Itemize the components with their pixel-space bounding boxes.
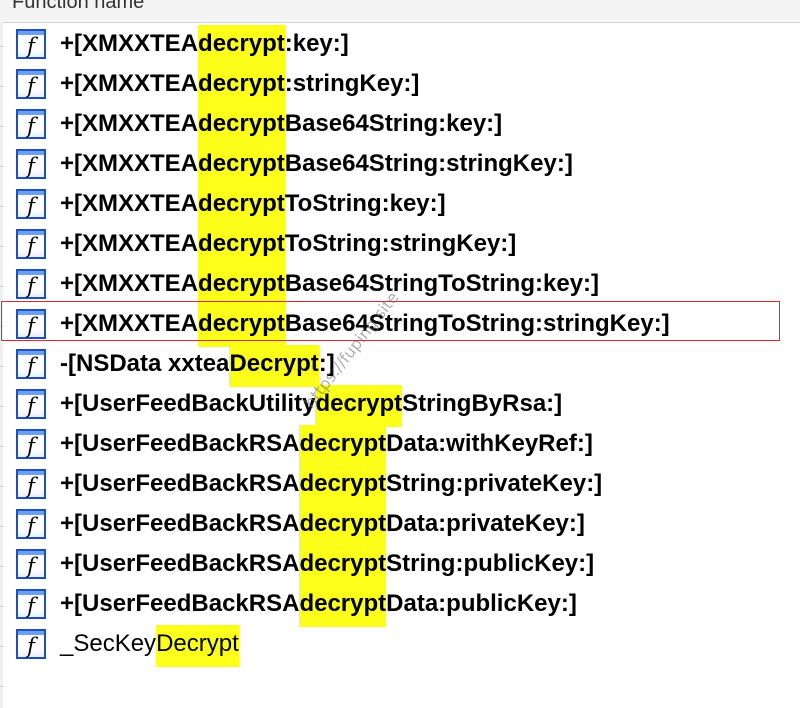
function-name-prefix: +[UserFeedBackRSA [60,430,300,457]
function-icon: f [16,189,46,219]
function-icon: f [16,469,46,499]
search-match-highlight: decrypt [198,265,285,307]
function-name-suffix: :key:] [284,30,349,57]
function-name-suffix: ToString:stringKey:] [284,230,517,257]
function-name-suffix: Base64StringToString:key:] [284,270,600,297]
function-icon: f [16,269,46,299]
search-match-highlight: Decrypt [156,625,239,667]
function-row[interactable]: f +[XMXXTEA decrypt ToString:stringKey:] [0,224,800,267]
search-match-highlight: decrypt [198,25,285,67]
function-name-suffix: Base64StringToString:stringKey:] [284,310,670,337]
search-match-highlight: decrypt [198,145,285,187]
column-header-label: Function name [12,0,145,13]
search-match-highlight: decrypt [198,305,285,347]
function-name-prefix: +[XMXXTEA [60,150,199,177]
function-name-prefix: _SecKey [60,630,157,657]
function-row[interactable]: f +[UserFeedBackUtility decrypt StringByRs… [0,384,800,427]
function-icon: f [16,29,46,59]
function-name-suffix: String:publicKey:] [386,550,595,577]
search-match-highlight: decrypt [198,225,285,267]
function-name-suffix: String:privateKey:] [386,470,603,497]
function-icon: f [16,349,46,379]
function-name-prefix: +[XMXXTEA [60,70,199,97]
function-row[interactable]: f +[XMXXTEA decrypt Base64StringToString:k… [0,264,800,307]
function-list: f +[XMXXTEA decrypt:key:] f +[XMXXTEA decry… [0,24,800,667]
function-icon: f [16,629,46,659]
search-match-highlight: decrypt [299,585,387,627]
function-icon: f [16,109,46,139]
search-match-highlight: decrypt [299,505,387,547]
function-name-prefix: +[UserFeedBackRSA [60,510,300,537]
function-row[interactable]: f +[XMXXTEA decrypt ToString:key:] [0,184,800,227]
function-name-suffix: Data:withKeyRef:] [386,430,593,457]
search-match-highlight: decrypt [299,465,387,507]
function-name-suffix: ToString:key:] [284,190,446,217]
function-icon: f [16,429,46,459]
function-name-prefix: +[UserFeedBackRSA [60,550,300,577]
function-row[interactable]: f +[XMXXTEA decrypt Base64String:key:] [0,104,800,147]
function-name-prefix: +[XMXXTEA [60,190,199,217]
function-name-suffix: Base64String:stringKey:] [284,150,573,177]
search-match-highlight: decrypt [198,185,285,227]
function-row[interactable]: f +[XMXXTEA decrypt:key:] [0,24,800,67]
function-name-suffix: Data:privateKey:] [386,510,585,537]
function-icon: f [16,549,46,579]
function-row[interactable]: f -[NSData xxtea Decrypt:] [0,344,800,387]
function-icon: f [16,69,46,99]
function-row[interactable]: f +[UserFeedBackRSA decrypt Data:withKeyRe… [0,424,800,467]
function-row[interactable]: f +[UserFeedBackRSA decrypt Data:privateKe… [0,504,800,547]
function-name-prefix: +[UserFeedBackRSA [60,590,300,617]
function-row[interactable]: f +[XMXXTEA decrypt:stringKey:] [0,64,800,107]
function-icon: f [16,589,46,619]
function-icon: f [16,149,46,179]
search-match-highlight: decrypt [299,425,387,467]
function-name-suffix: Base64String:key:] [284,110,503,137]
function-name-suffix: Data:publicKey:] [386,590,577,617]
function-name-prefix: +[XMXXTEA [60,30,199,57]
function-name-prefix: +[XMXXTEA [60,310,199,337]
function-name-prefix: -[NSData xxtea [60,350,230,377]
function-name-prefix: +[XMXXTEA [60,110,199,137]
function-icon: f [16,309,46,339]
search-match-highlight: Decrypt [229,345,319,387]
function-icon: f [16,389,46,419]
function-row[interactable]: f _SecKey Decrypt [0,624,800,667]
function-name-suffix: :stringKey:] [284,70,420,97]
function-name-suffix: StringByRsa:] [402,390,563,417]
function-row[interactable]: f +[XMXXTEA decrypt Base64String:stringKey… [0,144,800,187]
function-name-prefix: +[XMXXTEA [60,230,199,257]
function-name-prefix: +[XMXXTEA [60,270,199,297]
search-match-highlight: decrypt [299,545,387,587]
search-match-highlight: decrypt [198,65,285,107]
function-row-selected[interactable]: f +[XMXXTEA decrypt Base64StringToString:s… [0,304,800,347]
function-name-prefix: +[UserFeedBackUtility [60,390,316,417]
function-icon: f [16,229,46,259]
search-match-highlight: decrypt [315,385,403,427]
function-row[interactable]: f +[UserFeedBackRSA decrypt Data:publicKey… [0,584,800,627]
function-row[interactable]: f +[UserFeedBackRSA decrypt String:private… [0,464,800,507]
function-icon: f [16,509,46,539]
function-row[interactable]: f +[UserFeedBackRSA decrypt String:publicK… [0,544,800,587]
column-header[interactable]: Function name [0,0,800,23]
function-name-suffix: :] [318,350,335,377]
search-match-highlight: decrypt [198,105,285,147]
function-name-prefix: +[UserFeedBackRSA [60,470,300,497]
